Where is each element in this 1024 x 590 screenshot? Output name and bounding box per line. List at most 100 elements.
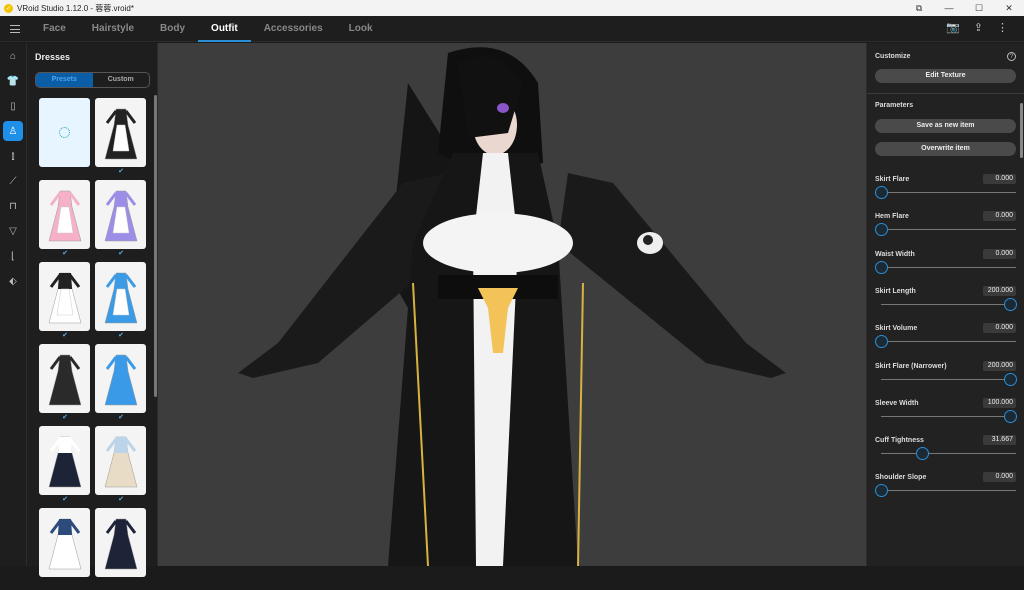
shoes-icon[interactable]: ⬖ [3,271,23,291]
check-icon: ✔ [62,496,68,503]
param-value-input[interactable]: 31.667 [983,435,1016,446]
param-value-input[interactable]: 200.000 [983,360,1016,371]
underwear-icon[interactable]: ▽ [3,221,23,241]
tops-icon[interactable]: ⌂ [3,46,23,66]
param-value-input[interactable]: 0.000 [983,323,1016,334]
tab-body[interactable]: Body [147,16,198,42]
param-hem-flare: Hem Flare 0.000 [875,211,1016,243]
tab-bar: Face Hairstyle Body Outfit Accessories Look 📷… [0,16,1024,42]
slider-track[interactable] [881,303,1016,305]
dress-item[interactable] [39,98,91,180]
check-icon: ✔ [118,496,124,503]
param-value-input[interactable]: 0.000 [983,248,1016,259]
param-shoulder-slope: Shoulder Slope 0.000 [875,472,1016,504]
close-button[interactable]: ✕ [994,0,1024,16]
slider-track[interactable] [881,229,1016,231]
dress-item[interactable]: ✔ [95,426,147,508]
slider-handle[interactable] [1004,372,1017,386]
dress-item[interactable]: ✔ [95,180,147,262]
dress-item[interactable]: ✔ [39,426,91,508]
param-value-input[interactable]: 200.000 [983,285,1016,296]
dress-thumbnail[interactable] [95,344,146,413]
dress-item[interactable]: ✔ [95,262,147,344]
export-icon[interactable]: ⇪ [974,21,983,34]
dress-thumbnail[interactable] [39,98,90,167]
param-label: Waist Width [875,250,915,258]
dress-item[interactable]: ✔ [95,344,147,426]
slider-handle[interactable] [875,335,888,349]
gloves-icon[interactable]: ⟋ [3,171,23,191]
tab-look[interactable]: Look [336,16,386,42]
dress-item[interactable] [95,508,147,590]
dress-item[interactable]: ✔ [39,180,91,262]
slider-handle[interactable] [875,223,888,237]
overwrite-item-button[interactable]: Overwrite item [875,142,1016,156]
dress-thumbnail[interactable] [39,426,90,495]
dress-item[interactable]: ✔ [95,98,147,180]
dress-thumbnail[interactable] [39,508,90,577]
dress-thumbnail[interactable] [95,98,146,167]
tie-icon[interactable]: ⫾ [3,146,23,166]
param-value-input[interactable]: 0.000 [983,174,1016,184]
camera-icon[interactable]: 📷 [946,21,960,34]
param-value-input[interactable]: 100.000 [983,397,1016,408]
slider-track[interactable] [881,415,1016,417]
more-options-icon[interactable]: ⋮ [997,21,1008,34]
slider-handle[interactable] [1004,409,1017,423]
custom-tab[interactable]: Custom [93,73,150,87]
param-value-input[interactable]: 0.000 [983,211,1016,222]
dress-thumbnail[interactable] [39,180,90,249]
scrollbar[interactable] [1020,103,1023,158]
slider-track[interactable] [881,490,1016,492]
minimize-button[interactable]: — [934,0,964,16]
socks-icon[interactable]: ⌊ [3,246,23,266]
scrollbar[interactable] [154,95,157,397]
dress-thumbnail[interactable] [95,262,146,331]
slider-handle[interactable] [1004,297,1017,311]
tab-hairstyle[interactable]: Hairstyle [79,16,147,42]
dress-item[interactable]: ✔ [39,262,91,344]
presets-tab[interactable]: Presets [36,73,93,87]
dress-thumbnail[interactable] [95,426,146,495]
edit-texture-button[interactable]: Edit Texture [875,69,1016,83]
dress-thumbnail[interactable] [39,262,90,331]
dress-preview-icon [104,354,137,405]
param-value-input[interactable]: 0.000 [983,472,1016,483]
check-icon: ✔ [118,168,124,175]
dress-icon[interactable]: ♙ [3,121,23,141]
slider-track[interactable] [881,266,1016,268]
slider-track[interactable] [881,192,1016,193]
dress-item[interactable] [39,508,91,590]
dress-thumbnail[interactable] [95,180,146,249]
dress-item[interactable]: ✔ [39,344,91,426]
param-skirt-volume: Skirt Volume 0.000 [875,323,1016,355]
jacket-icon[interactable]: ▯ [3,96,23,116]
dress-thumbnail[interactable] [39,344,90,413]
shirt-icon[interactable]: 👕 [3,71,23,91]
dress-preview-icon [104,108,137,159]
slider-track[interactable] [881,453,1016,455]
slider-handle[interactable] [916,447,930,461]
tab-outfit[interactable]: Outfit [198,16,251,42]
slider-handle[interactable] [875,484,888,498]
dress-preview-icon [104,518,137,569]
hamburger-menu-icon[interactable] [10,25,20,33]
dress-preview-icon [104,436,137,487]
restore-icon[interactable]: ⧉ [904,0,934,16]
slider-handle[interactable] [875,186,888,199]
param-skirt-length: Skirt Length 200.000 [875,285,1017,318]
param-skirt-flare-narrower: Skirt Flare (Narrower) 200.000 [875,360,1017,393]
maximize-button[interactable]: ☐ [964,0,994,16]
slider-track[interactable] [881,341,1016,343]
tab-face[interactable]: Face [30,16,79,42]
tab-accessories[interactable]: Accessories [251,16,336,42]
slider-handle[interactable] [875,260,888,274]
window-title: VRoid Studio 1.12.0 - 蓉蓉.vroid* [17,3,134,13]
3d-viewport[interactable] [158,43,866,566]
bottoms-icon[interactable]: ⊓ [3,196,23,216]
dresses-panel: Dresses Presets Custom ✔ ✔ ✔ ✔ ✔ ✔ ✔ ✔ ✔ [27,43,158,577]
help-icon[interactable]: ? [1007,52,1016,61]
save-as-new-item-button[interactable]: Save as new item [875,119,1016,133]
slider-track[interactable] [881,378,1016,380]
dress-thumbnail[interactable] [95,508,146,577]
